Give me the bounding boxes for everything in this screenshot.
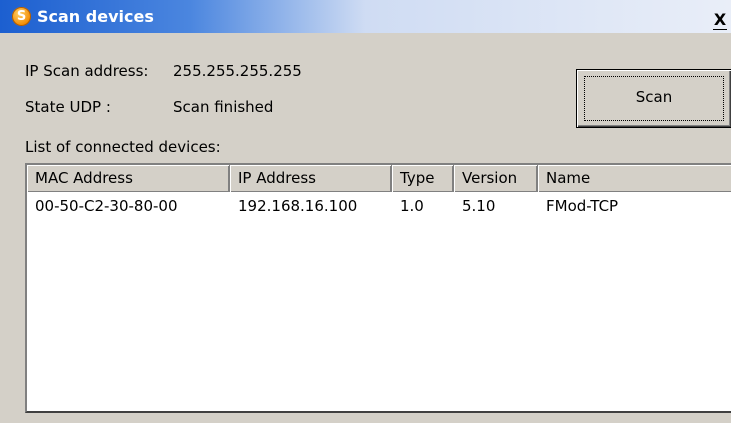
app-icon: S	[12, 7, 31, 26]
title-bar[interactable]: S Scan devices X	[0, 0, 731, 33]
scan-button[interactable]: Scan	[576, 69, 731, 128]
column-header-mac[interactable]: MAC Address	[27, 165, 230, 192]
window-title: Scan devices	[37, 7, 154, 26]
scan-button-label: Scan	[635, 88, 673, 106]
close-button[interactable]: X	[709, 10, 731, 31]
cell-name: FMod-TCP	[546, 197, 619, 215]
scan-devices-window: S Scan devices X IP Scan address: 255.25…	[0, 0, 731, 423]
cell-version: 5.10	[462, 197, 496, 215]
column-header-ip[interactable]: IP Address	[230, 165, 392, 192]
close-icon: X	[712, 10, 728, 30]
device-list-label: List of connected devices:	[25, 138, 221, 156]
ip-scan-address-label: IP Scan address:	[25, 62, 149, 80]
cell-ip: 192.168.16.100	[238, 197, 358, 215]
ip-scan-address-value: 255.255.255.255	[173, 62, 302, 80]
column-header-type[interactable]: Type	[392, 165, 454, 192]
list-header: MAC Address IP Address Type Version Name	[27, 165, 731, 192]
cell-mac: 00-50-C2-30-80-00	[35, 197, 178, 215]
column-header-version[interactable]: Version	[454, 165, 538, 192]
cell-type: 1.0	[400, 197, 424, 215]
table-row[interactable]: 00-50-C2-30-80-00 192.168.16.100 1.0 5.1…	[27, 194, 731, 220]
state-udp-value: Scan finished	[173, 98, 274, 116]
column-header-name[interactable]: Name	[538, 165, 731, 192]
device-list[interactable]: MAC Address IP Address Type Version Name…	[25, 163, 731, 413]
state-udp-label: State UDP :	[25, 98, 111, 116]
